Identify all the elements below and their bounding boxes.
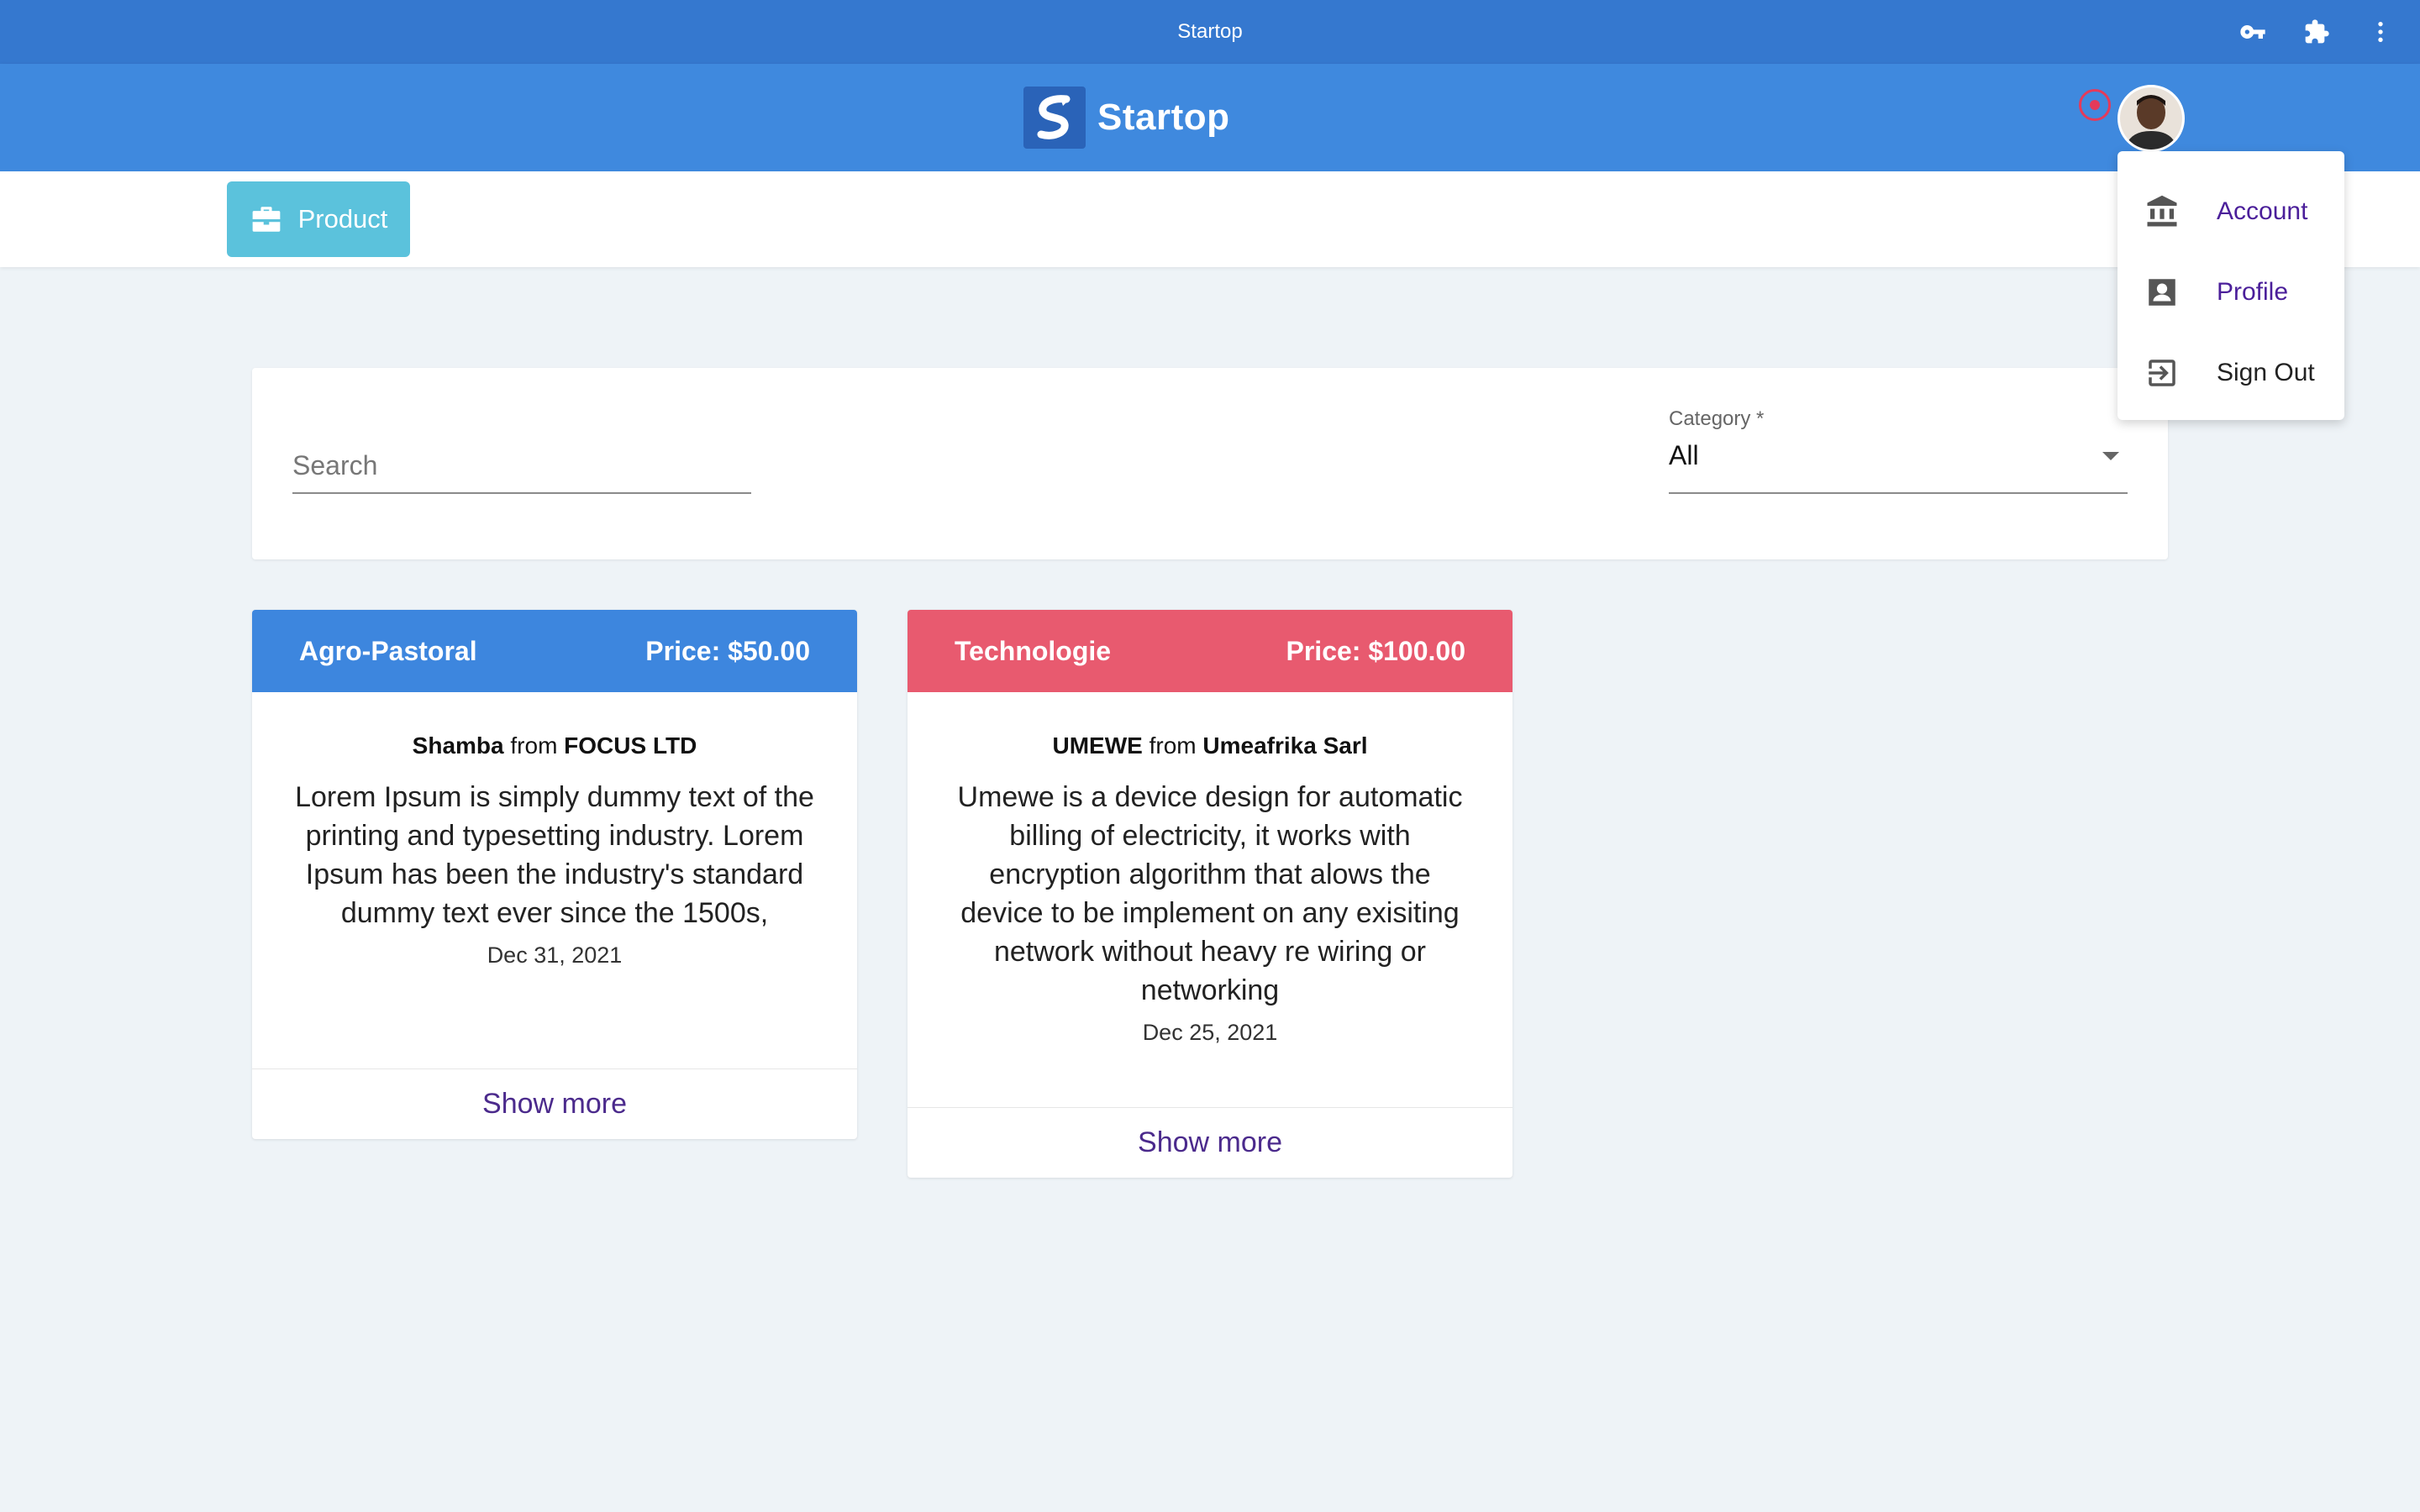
brand[interactable]: Startop: [1023, 86, 1230, 150]
sign-out-icon: [2149, 360, 2175, 386]
card-category: Agro-Pastoral: [299, 635, 477, 666]
bank-icon: [2147, 195, 2177, 227]
card-price: Price: $100.00: [1286, 635, 1466, 666]
profile-icon: [2149, 279, 2175, 306]
product-button[interactable]: Product: [227, 181, 410, 257]
card-footer: Show more: [908, 1107, 1512, 1178]
show-more-button[interactable]: Show more: [1138, 1126, 1282, 1159]
app-header: Startop: [0, 64, 2420, 171]
menu-item-label: Account: [2217, 197, 2308, 225]
card-footer: Show more: [252, 1068, 857, 1139]
category-select[interactable]: Category * All: [1669, 405, 2128, 494]
card-date: Dec 25, 2021: [1142, 1020, 1278, 1045]
briefcase-icon: [252, 207, 280, 232]
product-button-label: Product: [297, 204, 388, 234]
filter-panel: Category * All: [252, 368, 2168, 559]
card-body: UMEWE from Umeafrika Sarl Umewe is a dev…: [908, 692, 1512, 1046]
sub-navigation: Product: [0, 171, 2420, 267]
puzzle-icon[interactable]: [2302, 18, 2331, 46]
show-more-button[interactable]: Show more: [482, 1088, 627, 1121]
search-input[interactable]: [292, 440, 751, 491]
product-card: Agro-Pastoral Price: $50.00 Shamba from …: [252, 610, 857, 1139]
card-header: Agro-Pastoral Price: $50.00: [252, 610, 857, 692]
category-label: Category *: [1669, 407, 1765, 430]
card-subtitle: UMEWE from Umeafrika Sarl: [950, 732, 1470, 759]
brand-logo: [1023, 87, 1086, 149]
card-company: Umeafrika Sarl: [1202, 732, 1368, 759]
window-title-bar: Startop: [0, 0, 2420, 64]
product-card: Technologie Price: $100.00 UMEWE from Um…: [908, 610, 1512, 1178]
card-body: Shamba from FOCUS LTD Lorem Ipsum is sim…: [252, 692, 857, 969]
card-from: from: [510, 732, 558, 759]
category-value: All: [1669, 440, 1699, 470]
menu-item-account[interactable]: Account: [2118, 171, 2344, 252]
search-field: [292, 440, 751, 494]
card-product-name: Shamba: [412, 732, 504, 759]
menu-item-label: Sign Out: [2217, 359, 2315, 386]
notification-indicator[interactable]: [2079, 89, 2111, 121]
card-description: Umewe is a device design for automatic b…: [957, 781, 1463, 1006]
key-icon[interactable]: [2238, 18, 2267, 46]
card-from: from: [1149, 732, 1197, 759]
card-header: Technologie Price: $100.00: [908, 610, 1512, 692]
card-date: Dec 31, 2021: [487, 942, 623, 968]
card-subtitle: Shamba from FOCUS LTD: [294, 732, 815, 759]
avatar[interactable]: [2118, 85, 2185, 152]
menu-item-sign-out[interactable]: Sign Out: [2118, 333, 2344, 413]
card-company: FOCUS LTD: [564, 732, 697, 759]
menu-item-label: Profile: [2217, 278, 2289, 306]
dropdown-arrow-icon: [2102, 452, 2119, 460]
card-product-name: UMEWE: [1052, 732, 1143, 759]
menu-item-profile[interactable]: Profile: [2118, 252, 2344, 333]
card-price: Price: $50.00: [645, 635, 810, 666]
chrome-toolbar: [2238, 0, 2395, 64]
card-description: Lorem Ipsum is simply dummy text of the …: [295, 781, 814, 929]
card-category: Technologie: [955, 635, 1112, 666]
more-vert-icon[interactable]: [2366, 18, 2395, 46]
window-title: Startop: [1177, 20, 1243, 43]
user-menu: Account Profile Sign Out: [2118, 151, 2344, 420]
brand-name: Startop: [1097, 97, 1230, 138]
